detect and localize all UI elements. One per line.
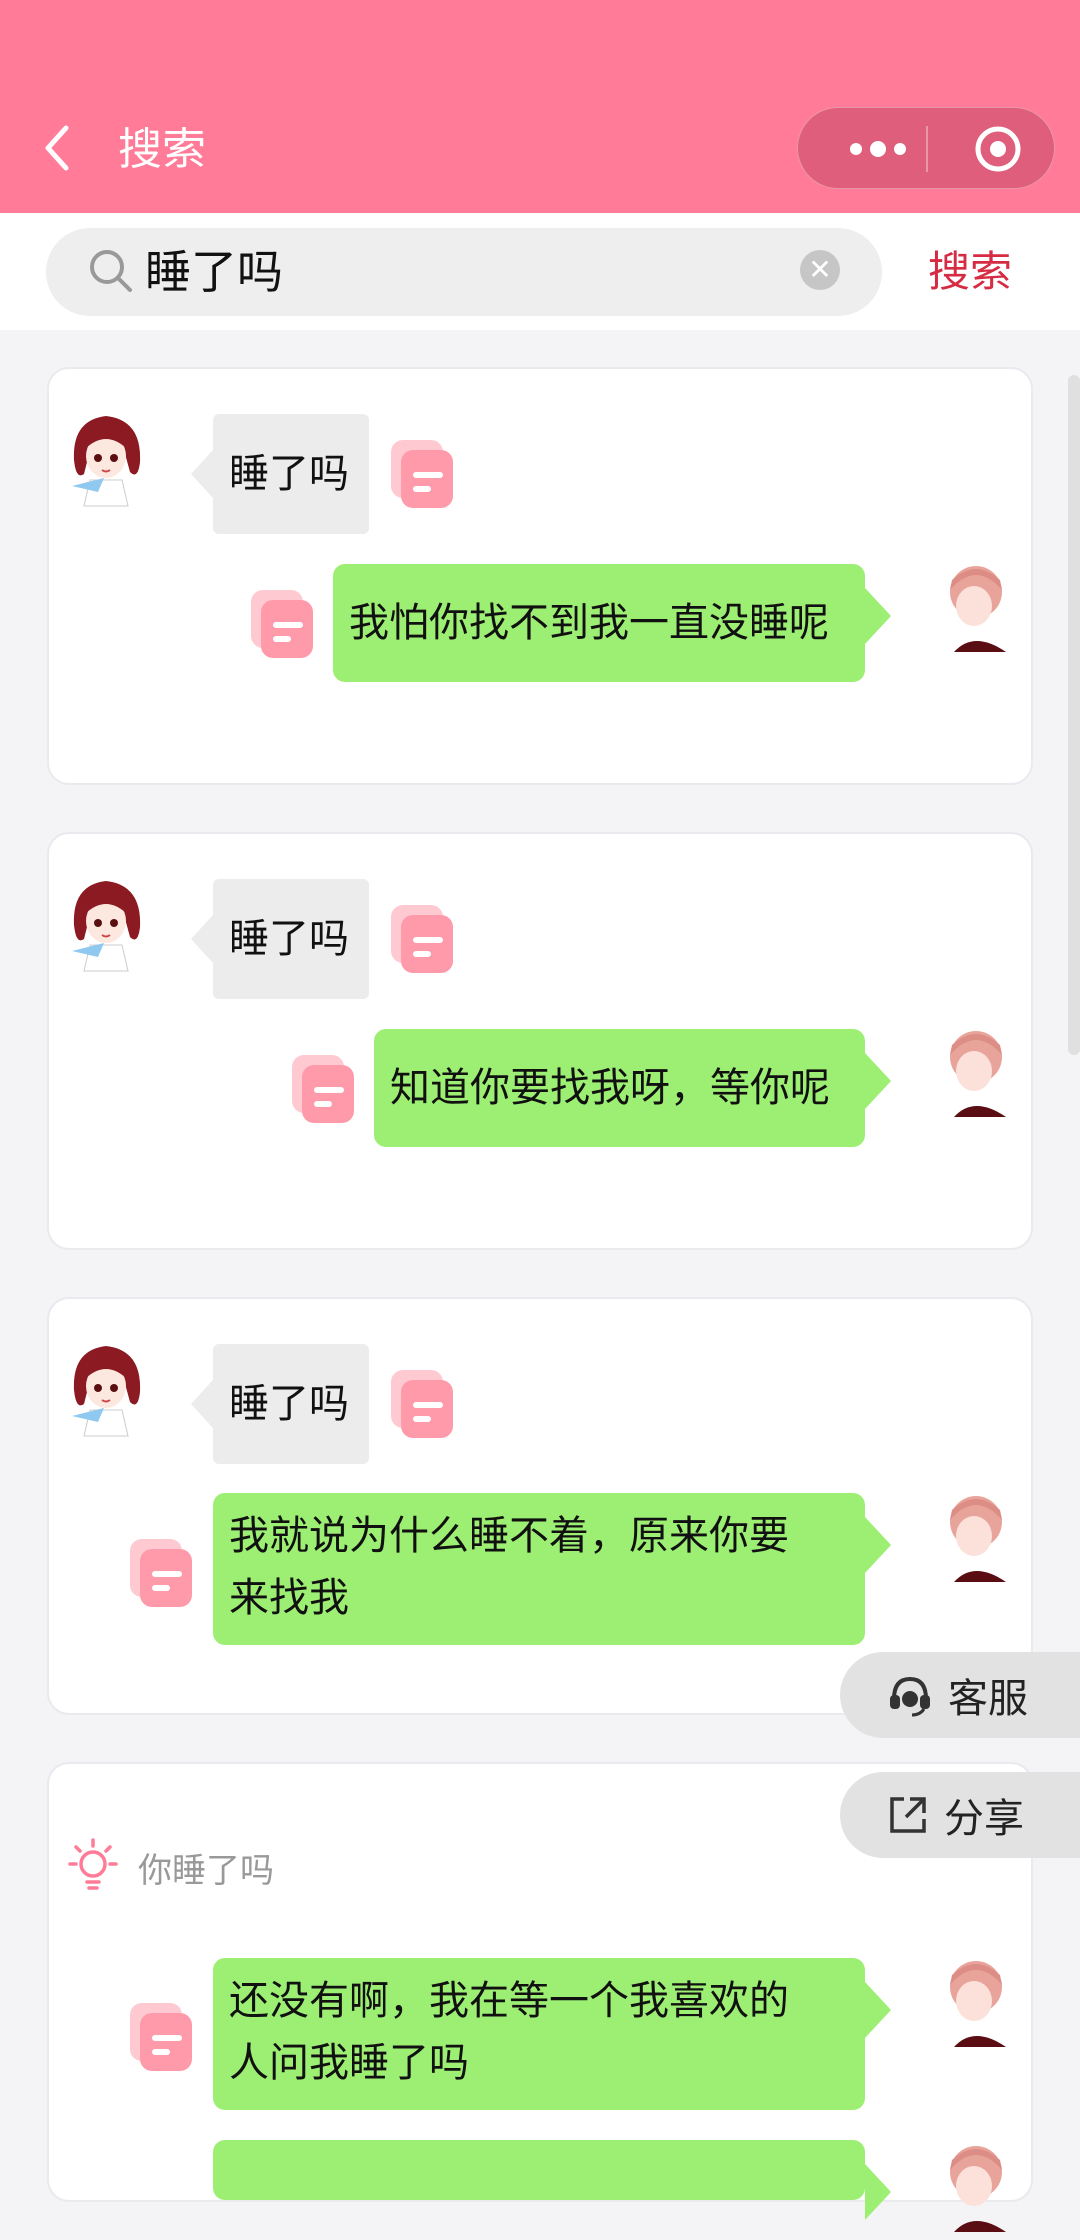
answer-text-line2: 来找我 (229, 1575, 349, 1621)
answer-text: 知道你要找我呀，等你呢 (390, 1065, 830, 1111)
lightbulb-icon (68, 1838, 118, 1890)
headset-icon (890, 1676, 930, 1717)
answer-bubble-partial[interactable] (213, 2140, 891, 2220)
search-button[interactable]: 搜索 (928, 244, 1012, 300)
answer-text-line1: 我就说为什么睡不着，原来你要 (229, 1513, 789, 1559)
copy-icon[interactable] (286, 1051, 360, 1125)
mini-program-capsule (797, 107, 1055, 189)
more-dots-icon[interactable] (828, 108, 928, 190)
copy-icon[interactable] (385, 436, 459, 510)
customer-service-button[interactable]: 客服 (840, 1652, 1080, 1738)
target-circle-icon[interactable] (948, 108, 1048, 190)
boy-avatar (950, 2146, 1006, 2232)
copy-icon[interactable] (385, 901, 459, 975)
answer-text-line1: 还没有啊，我在等一个我喜欢的 (229, 1978, 789, 2024)
share-label: 分享 (944, 1796, 1024, 1842)
tip-row: 你睡了吗 (62, 1836, 274, 1898)
copy-icon[interactable] (245, 586, 319, 660)
copy-icon[interactable] (124, 1999, 198, 2073)
girl-avatar (71, 1345, 142, 1437)
girl-avatar (71, 880, 142, 972)
share-icon (890, 1797, 926, 1833)
boy-avatar (950, 1031, 1006, 1117)
search-input[interactable] (145, 244, 745, 300)
copy-icon[interactable] (385, 1366, 459, 1440)
scrollbar[interactable] (1068, 375, 1080, 1055)
chevron-left-icon[interactable] (40, 118, 76, 178)
question-bubble: 睡了吗 (191, 1344, 369, 1464)
share-button[interactable]: 分享 (840, 1772, 1080, 1858)
copy-icon[interactable] (124, 1535, 198, 1609)
answer-text-line2: 人问我睡了吗 (229, 2040, 469, 2086)
boy-avatar (950, 1961, 1006, 2047)
page-title: 搜索 (118, 124, 206, 175)
answer-bubble[interactable]: 我怕你找不到我一直没睡呢 (333, 564, 891, 682)
answer-text: 我怕你找不到我一直没睡呢 (349, 600, 829, 646)
answer-bubble[interactable]: 还没有啊，我在等一个我喜欢的 人问我睡了吗 (213, 1958, 891, 2110)
question-text: 睡了吗 (229, 1381, 349, 1427)
capsule-divider (926, 126, 928, 172)
boy-avatar (950, 1496, 1006, 1582)
boy-avatar (950, 566, 1006, 652)
question-text: 睡了吗 (229, 916, 349, 962)
question-bubble: 睡了吗 (191, 414, 369, 534)
search-icon (90, 250, 132, 292)
answer-bubble[interactable]: 知道你要找我呀，等你呢 (374, 1029, 891, 1147)
question-text: 睡了吗 (229, 451, 349, 497)
tip-text: 你睡了吗 (138, 1850, 274, 1891)
girl-avatar (71, 415, 142, 507)
clear-icon[interactable]: ✕ (800, 250, 840, 290)
customer-service-label: 客服 (948, 1676, 1028, 1722)
question-bubble: 睡了吗 (191, 879, 369, 999)
answer-bubble[interactable]: 我就说为什么睡不着，原来你要 来找我 (213, 1493, 891, 1645)
